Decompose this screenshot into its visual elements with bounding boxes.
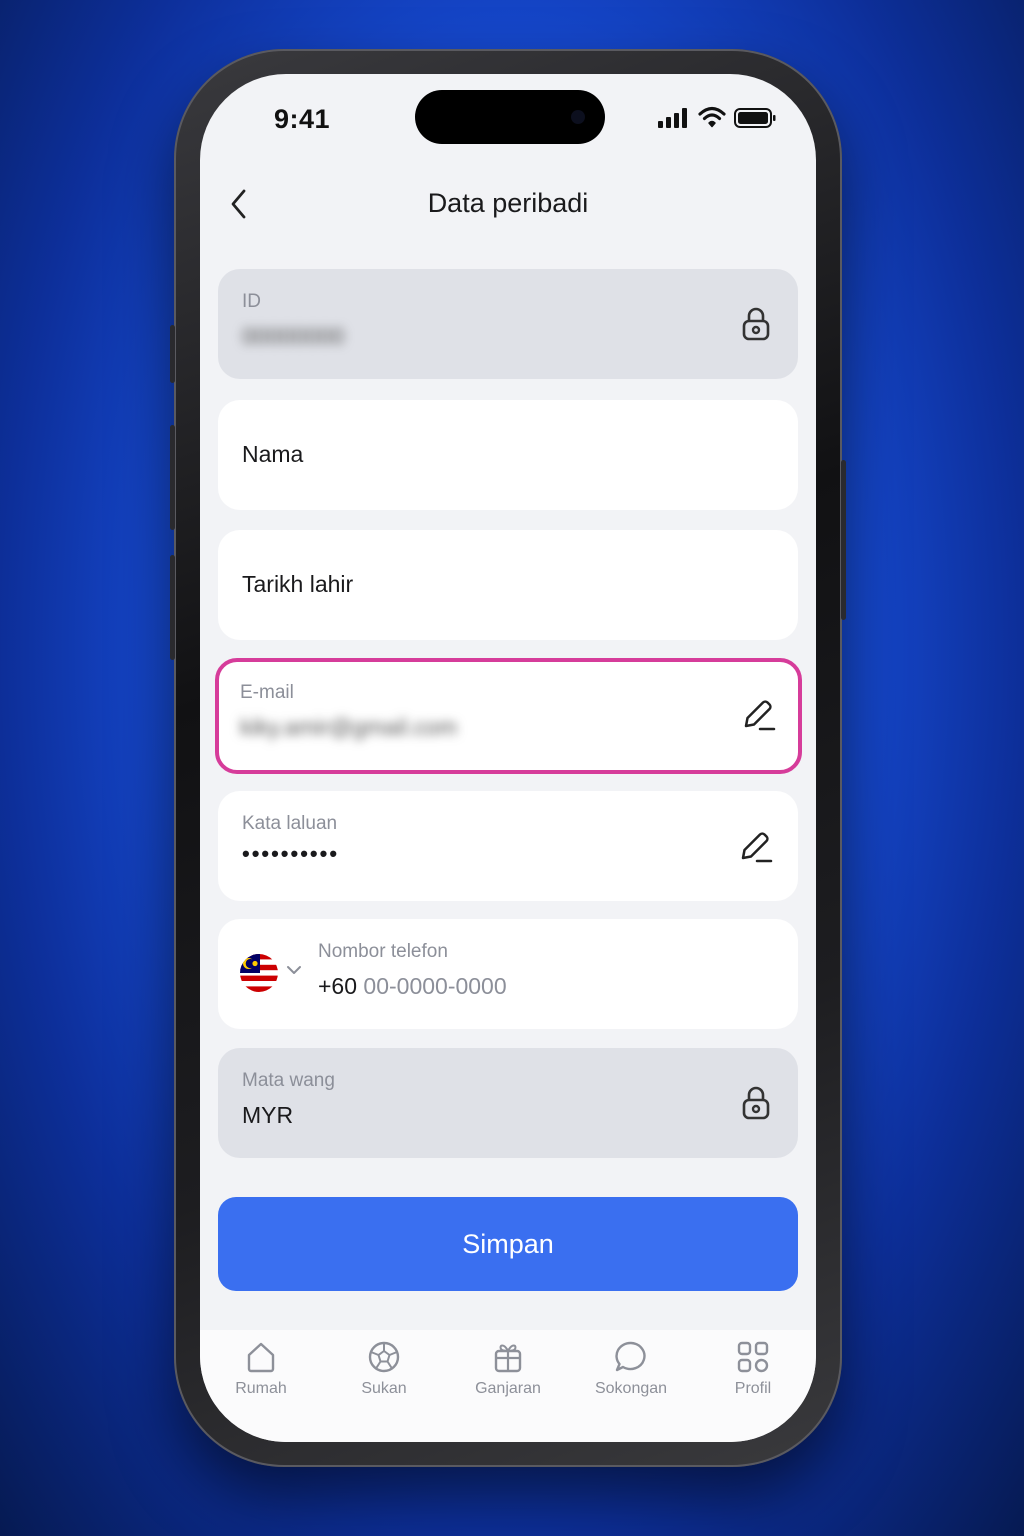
nama-field[interactable]: Nama: [218, 400, 798, 510]
phone-value[interactable]: +60 00-0000-0000: [318, 973, 507, 1000]
header: Data peribadi: [200, 184, 816, 224]
tarikh-lahir-field[interactable]: Tarikh lahir: [218, 530, 798, 640]
lock-icon: [736, 1083, 776, 1123]
id-field: ID 00000000: [218, 269, 798, 379]
tab-label: Sokongan: [594, 1380, 668, 1397]
lock-icon: [736, 304, 776, 344]
phone-placeholder: 00-0000-0000: [363, 973, 507, 999]
email-label: E-mail: [240, 682, 294, 703]
tab-profil[interactable]: Profil: [698, 1340, 808, 1420]
dynamic-island: [415, 90, 605, 144]
phone-field[interactable]: Nombor telefon +60 00-0000-0000: [218, 919, 798, 1029]
nama-placeholder: Nama: [242, 441, 304, 467]
tab-ganjaran[interactable]: Ganjaran: [453, 1340, 563, 1420]
country-code: +60: [318, 973, 358, 999]
soccer-ball-icon: [368, 1341, 400, 1373]
signal-icon: [658, 108, 687, 128]
email-field[interactable]: E-mail kiky.amir@gmail.com: [215, 658, 802, 774]
phone-power-button: [841, 460, 846, 620]
tab-label: Profil: [734, 1380, 772, 1397]
tab-sokongan[interactable]: Sokongan: [576, 1340, 686, 1420]
status-icons: [658, 106, 776, 128]
phone-action-button: [170, 325, 175, 383]
password-value: ••••••••••: [242, 841, 340, 866]
currency-value: MYR: [242, 1102, 294, 1128]
password-field[interactable]: Kata laluan ••••••••••: [218, 791, 798, 901]
tab-sukan[interactable]: Sukan: [329, 1340, 439, 1420]
tab-label: Sukan: [361, 1380, 407, 1397]
pencil-icon[interactable]: [739, 694, 779, 734]
status-time: 9:41: [274, 104, 331, 134]
camera-icon: [571, 110, 585, 124]
tab-label: Rumah: [235, 1380, 287, 1397]
battery-icon: [734, 108, 776, 128]
save-button[interactable]: Simpan: [218, 1197, 798, 1291]
phone-label: Nombor telefon: [318, 941, 448, 962]
app-screen: 9:41 Data peribadi ID 00000000 Nama Tari…: [200, 74, 816, 1442]
grid-icon: [737, 1341, 769, 1373]
gift-icon: [494, 1344, 522, 1373]
page-title: Data peribadi: [427, 188, 589, 218]
tab-bar: Rumah Sukan Ganjaran Sokongan Profil: [200, 1330, 816, 1442]
home-icon: [247, 1342, 275, 1373]
malaysia-flag-icon[interactable]: [240, 954, 278, 992]
tarikh-lahir-placeholder: Tarikh lahir: [242, 571, 354, 597]
tab-label: Ganjaran: [475, 1380, 541, 1397]
chevron-down-icon[interactable]: [286, 963, 302, 981]
phone-volume-down: [170, 555, 175, 660]
password-label: Kata laluan: [242, 813, 338, 834]
currency-label: Mata wang: [242, 1070, 335, 1091]
phone-volume-up: [170, 425, 175, 530]
currency-field: Mata wang MYR: [218, 1048, 798, 1158]
id-label: ID: [242, 291, 261, 312]
pencil-icon[interactable]: [736, 826, 776, 866]
chat-bubble-icon: [615, 1341, 646, 1372]
id-value: 00000000: [242, 323, 345, 349]
tab-rumah[interactable]: Rumah: [206, 1340, 316, 1420]
email-value: kiky.amir@gmail.com: [240, 714, 458, 740]
wifi-icon: [698, 106, 726, 128]
